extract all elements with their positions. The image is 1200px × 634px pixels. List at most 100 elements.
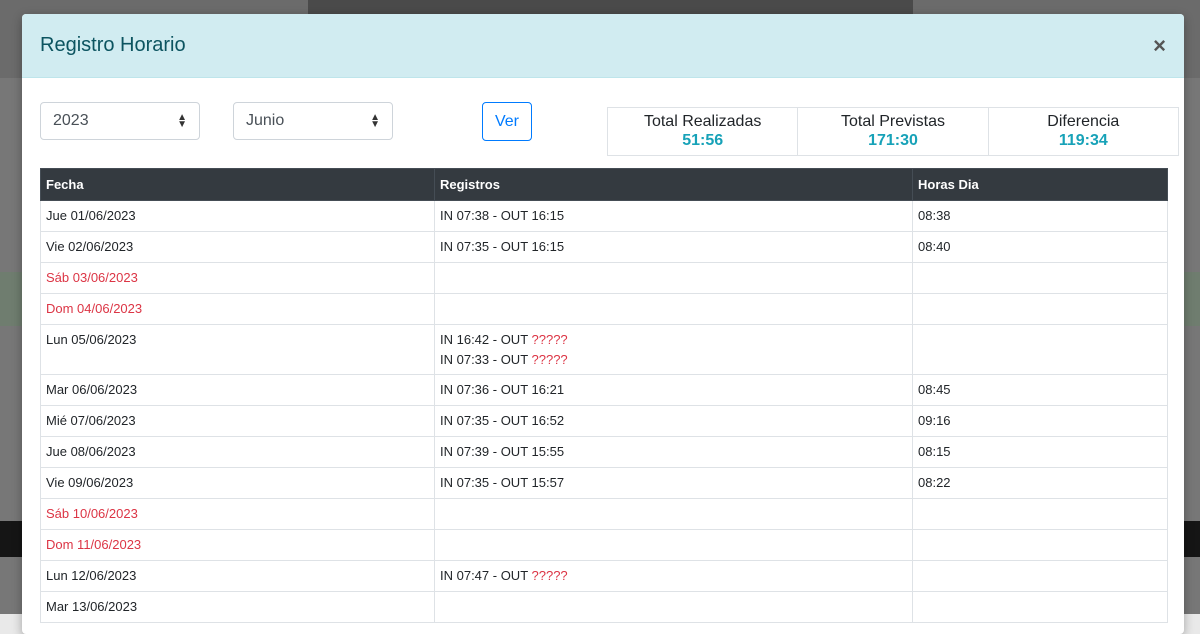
cell-fecha: Lun 12/06/2023 <box>40 560 435 592</box>
table-row: Vie 02/06/2023 IN 07:35 - OUT 16:15 08:40 <box>40 231 1168 263</box>
table-row: Jue 08/06/2023 IN 07:39 - OUT 15:55 08:15 <box>40 436 1168 468</box>
cell-horas-dia <box>912 529 1168 561</box>
year-select-value: 2023 <box>53 112 89 129</box>
cell-registros: IN 07:35 - OUT 16:15 <box>434 231 913 263</box>
totals-panel: Total Realizadas 51:56 Total Previstas 1… <box>607 107 1179 156</box>
cell-horas-dia <box>912 560 1168 592</box>
view-button[interactable]: Ver <box>482 102 532 141</box>
cell-horas-dia <box>912 324 1168 375</box>
cell-registros: IN 07:35 - OUT 15:57 <box>434 467 913 499</box>
table-row: Mar 13/06/2023 <box>40 591 1168 623</box>
cell-fecha: Dom 11/06/2023 <box>40 529 435 561</box>
registro-in: IN 07:47 - OUT <box>440 568 532 583</box>
stat-label: Total Realizadas <box>643 113 762 130</box>
filter-controls: 2023 ▲ ▼ Junio ▲ ▼ Ver Total Realizadas 51… <box>22 78 1184 170</box>
registro-in: IN 07:35 - OUT <box>440 413 532 428</box>
stat-value: 51:56 <box>682 132 724 149</box>
cell-fecha: Lun 05/06/2023 <box>40 324 435 375</box>
table-header-row: Fecha Registros Horas Dia <box>40 168 1168 201</box>
registro-entry: IN 16:42 - OUT ????? <box>440 330 907 350</box>
header-registros: Registros <box>434 168 913 201</box>
registro-in: IN 07:36 - OUT <box>440 382 532 397</box>
modal-title: Registro Horario <box>40 34 186 56</box>
sort-icon: ▲ ▼ <box>370 112 380 130</box>
cell-horas-dia <box>912 293 1168 325</box>
registro-out: 15:55 <box>531 444 565 459</box>
cell-registros: IN 07:39 - OUT 15:55 <box>434 436 913 468</box>
header-fecha: Fecha <box>40 168 435 201</box>
cell-horas-dia <box>912 498 1168 530</box>
registro-in: IN 07:33 - OUT <box>440 352 532 367</box>
table-row: Mar 06/06/2023 IN 07:36 - OUT 16:21 08:45 <box>40 374 1168 406</box>
cell-horas-dia: 09:16 <box>912 405 1168 437</box>
cell-registros: IN 07:47 - OUT ????? <box>434 560 913 592</box>
registro-out-missing: ????? <box>531 332 568 347</box>
diferencia: Diferencia 119:34 <box>989 108 1178 155</box>
cell-horas-dia <box>912 262 1168 294</box>
registro-entry: IN 07:38 - OUT 16:15 <box>440 201 907 231</box>
cell-fecha: Sáb 10/06/2023 <box>40 498 435 530</box>
registro-out: 16:15 <box>531 239 565 254</box>
registro-out: 16:15 <box>531 208 565 223</box>
stat-value: 171:30 <box>868 132 918 149</box>
cell-registros: IN 07:35 - OUT 16:52 <box>434 405 913 437</box>
cell-horas-dia: 08:40 <box>912 231 1168 263</box>
cell-fecha: Jue 08/06/2023 <box>40 436 435 468</box>
registro-out: 15:57 <box>531 475 565 490</box>
registro-modal: Registro Horario × 2023 ▲ ▼ Junio ▲ ▼ Ver … <box>22 14 1184 634</box>
cell-registros: IN 16:42 - OUT ????? IN 07:33 - OUT ????? <box>434 324 913 375</box>
table-body: Jue 01/06/2023 IN 07:38 - OUT 16:15 08:38 V… <box>40 200 1168 623</box>
table-row: Mié 07/06/2023 IN 07:35 - OUT 16:52 09:16 <box>40 405 1168 437</box>
registro-entry: IN 07:35 - OUT 15:57 <box>440 468 907 498</box>
stat-label: Total Previstas <box>840 113 946 130</box>
cell-horas-dia: 08:15 <box>912 436 1168 468</box>
registro-out-missing: ????? <box>531 568 568 583</box>
cell-horas-dia: 08:22 <box>912 467 1168 499</box>
cell-registros: IN 07:36 - OUT 16:21 <box>434 374 913 406</box>
table-row: Vie 09/06/2023 IN 07:35 - OUT 15:57 08:22 <box>40 467 1168 499</box>
registro-out-missing: ????? <box>531 352 568 367</box>
registro-in: IN 16:42 - OUT <box>440 332 532 347</box>
table-row: Sáb 10/06/2023 <box>40 498 1168 530</box>
table-row: Lun 05/06/2023 IN 16:42 - OUT ????? IN 07:… <box>40 324 1168 375</box>
cell-registros <box>434 498 913 530</box>
registro-entry: IN 07:36 - OUT 16:21 <box>440 375 907 405</box>
sort-icon: ▲ ▼ <box>177 112 187 130</box>
registro-in: IN 07:35 - OUT <box>440 239 532 254</box>
cell-horas-dia: 08:38 <box>912 200 1168 232</box>
registro-entry: IN 07:47 - OUT ????? <box>440 561 907 591</box>
cell-registros <box>434 262 913 294</box>
modal-header: Registro Horario × <box>22 14 1184 78</box>
cell-fecha: Mié 07/06/2023 <box>40 405 435 437</box>
table-row: Jue 01/06/2023 IN 07:38 - OUT 16:15 08:38 <box>40 200 1168 232</box>
cell-fecha: Vie 02/06/2023 <box>40 231 435 263</box>
month-select-value: Junio <box>246 112 285 129</box>
registro-entry: IN 07:35 - OUT 16:52 <box>440 406 907 436</box>
cell-horas-dia: 08:45 <box>912 374 1168 406</box>
cell-fecha: Dom 04/06/2023 <box>40 293 435 325</box>
registro-in: IN 07:39 - OUT <box>440 444 532 459</box>
total-realizadas: Total Realizadas 51:56 <box>608 108 799 155</box>
table-row: Dom 11/06/2023 <box>40 529 1168 561</box>
table-row: Sáb 03/06/2023 <box>40 262 1168 294</box>
header-horas-dia: Horas Dia <box>912 168 1168 201</box>
cell-fecha: Mar 13/06/2023 <box>40 591 435 623</box>
total-previstas: Total Previstas 171:30 <box>798 108 989 155</box>
close-button[interactable]: × <box>1153 34 1166 57</box>
year-select[interactable]: 2023 ▲ ▼ <box>40 102 200 140</box>
cell-fecha: Jue 01/06/2023 <box>40 200 435 232</box>
cell-fecha: Mar 06/06/2023 <box>40 374 435 406</box>
stat-value: 119:34 <box>1058 132 1108 149</box>
cell-registros <box>434 591 913 623</box>
registro-out: 16:52 <box>531 413 565 428</box>
registro-out: 16:21 <box>531 382 565 397</box>
cell-fecha: Vie 09/06/2023 <box>40 467 435 499</box>
registro-entry: IN 07:39 - OUT 15:55 <box>440 437 907 467</box>
month-select[interactable]: Junio ▲ ▼ <box>233 102 393 140</box>
stat-label: Diferencia <box>1047 113 1120 130</box>
registro-in: IN 07:35 - OUT <box>440 475 532 490</box>
cell-registros <box>434 529 913 561</box>
cell-registros: IN 07:38 - OUT 16:15 <box>434 200 913 232</box>
table-row: Dom 04/06/2023 <box>40 293 1168 325</box>
registro-table: Fecha Registros Horas Dia Jue 01/06/2023… <box>40 168 1168 623</box>
